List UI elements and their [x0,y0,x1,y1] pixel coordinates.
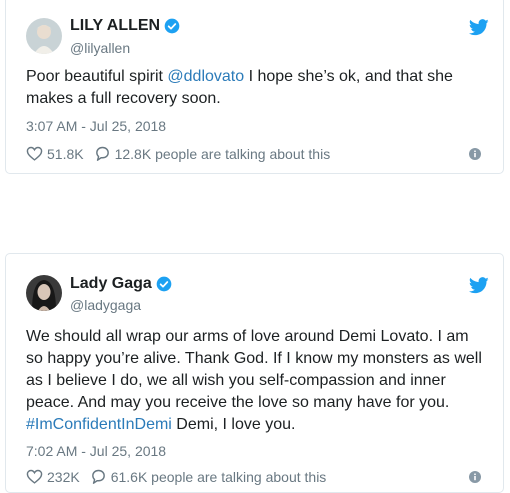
tweet-card-lily-allen: LILY ALLEN @lilyallen Poor beautiful spi… [5,0,504,174]
conversation-count[interactable]: 61.6K people are talking about this [111,469,327,485]
tweet-timestamp[interactable]: 7:02 AM - Jul 25, 2018 [26,443,166,459]
tweet-text: Poor beautiful spirit @ddlovato I hope s… [26,66,486,110]
avatar[interactable] [26,18,62,54]
verified-icon [156,276,172,292]
author-name[interactable]: Lady Gaga [70,275,172,293]
tweet-text-part: We should all wrap our arms of love arou… [26,328,482,411]
tweet-text-part: Demi, I love you. [171,416,296,433]
like-count[interactable]: 51.8K [47,146,84,162]
author-handle[interactable]: @ladygaga [70,297,141,313]
tweet-text-part: Poor beautiful spirit [26,68,168,85]
tweet-card-lady-gaga: Lady Gaga @ladygaga We should all wrap o… [5,253,504,493]
like-count[interactable]: 232K [47,469,80,485]
reply-icon[interactable] [94,145,111,162]
heart-icon[interactable] [26,468,43,485]
tweet-timestamp[interactable]: 3:07 AM - Jul 25, 2018 [26,118,166,134]
author-name[interactable]: LILY ALLEN [70,17,180,35]
conversation-count[interactable]: 12.8K people are talking about this [115,146,331,162]
verified-icon [164,18,180,34]
twitter-bird-icon[interactable] [469,19,489,36]
hashtag-link[interactable]: #ImConfidentInDemi [26,416,172,433]
author-name-text: LILY ALLEN [70,17,161,34]
heart-icon[interactable] [26,145,43,162]
twitter-bird-icon[interactable] [469,277,489,294]
info-icon[interactable] [469,471,481,483]
tweet-text: We should all wrap our arms of love arou… [26,326,486,436]
info-icon[interactable] [469,148,481,160]
avatar[interactable] [26,275,62,311]
author-name-text: Lady Gaga [70,275,152,292]
tweet-actions: 51.8K 12.8K people are talking about thi… [26,145,330,162]
mention-link[interactable]: @ddlovato [167,68,244,85]
tweet-actions: 232K 61.6K people are talking about this [26,468,326,485]
author-handle[interactable]: @lilyallen [70,40,130,56]
reply-icon[interactable] [90,468,107,485]
